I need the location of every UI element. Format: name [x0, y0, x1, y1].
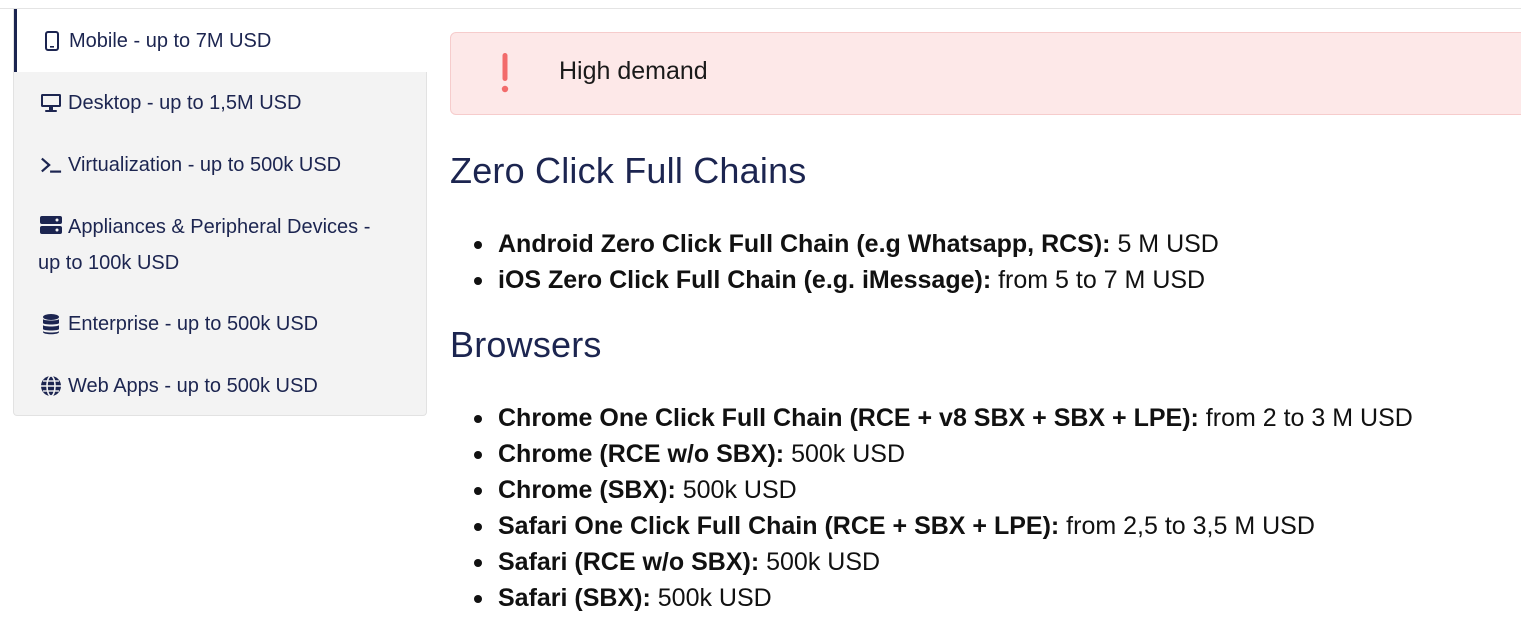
tab-desktop[interactable]: Desktop - up to 1,5M USD [14, 85, 428, 121]
section-heading-zero-click: Zero Click Full Chains [450, 150, 807, 191]
item-price: 500k USD [650, 584, 772, 612]
list-item: Safari (RCE w/o SBX): 500k USD [474, 544, 1413, 580]
tab-label: Virtualization - up to 500k USD [68, 154, 342, 176]
high-demand-alert: High demand [450, 32, 1521, 115]
tab-appliances[interactable]: Appliances & Peripheral Devices - up to … [14, 209, 428, 281]
list-item: Chrome (RCE w/o SBX): 500k USD [474, 436, 1413, 472]
server-icon [40, 215, 62, 235]
item-name: Chrome (RCE w/o SBX): [498, 440, 785, 468]
item-price: 5 M USD [1110, 230, 1219, 258]
tab-label: Mobile - up to 7M USD [69, 29, 272, 52]
zero-click-list: Android Zero Click Full Chain (e.g Whats… [474, 226, 1219, 298]
tab-label: Web Apps - up to 500k USD [68, 375, 318, 397]
exclamation-icon [499, 51, 511, 95]
browsers-list: Chrome One Click Full Chain (RCE + v8 SB… [474, 400, 1413, 616]
list-item: Safari One Click Full Chain (RCE + SBX +… [474, 508, 1413, 544]
item-name: Chrome One Click Full Chain (RCE + v8 SB… [498, 404, 1199, 432]
item-price: 500k USD [784, 440, 906, 468]
globe-icon [40, 375, 62, 397]
list-item: Chrome One Click Full Chain (RCE + v8 SB… [474, 400, 1413, 436]
item-price: 500k USD [675, 476, 797, 504]
tab-enterprise[interactable]: Enterprise - up to 500k USD [14, 306, 428, 342]
item-name: Safari One Click Full Chain (RCE + SBX +… [498, 512, 1060, 540]
tab-label: Enterprise - up to 500k USD [68, 313, 319, 335]
item-price: from 5 to 7 M USD [991, 266, 1206, 294]
tab-label-line1: Appliances & Peripheral Devices - [68, 216, 371, 238]
tab-label: Desktop - up to 1,5M USD [68, 92, 302, 114]
item-price: 500k USD [759, 548, 881, 576]
item-name: Safari (SBX): [498, 584, 651, 612]
category-tabs: Mobile - up to 7M USD Desktop - up to 1,… [13, 9, 428, 416]
item-name: Safari (RCE w/o SBX): [498, 548, 760, 576]
tab-virtualization[interactable]: Virtualization - up to 500k USD [14, 147, 428, 183]
item-price: from 2 to 3 M USD [1198, 404, 1413, 432]
list-item: Safari (SBX): 500k USD [474, 580, 1413, 616]
desktop-monitor-icon [40, 93, 62, 113]
tab-mobile[interactable]: Mobile - up to 7M USD [14, 9, 428, 72]
tab-web-apps[interactable]: Web Apps - up to 500k USD [14, 368, 428, 404]
list-item: Chrome (SBX): 500k USD [474, 472, 1413, 508]
item-name: Chrome (SBX): [498, 476, 676, 504]
item-price: from 2,5 to 3,5 M USD [1059, 512, 1315, 540]
alert-text: High demand [559, 57, 708, 85]
item-name: iOS Zero Click Full Chain (e.g. iMessage… [498, 266, 992, 294]
database-icon [40, 313, 62, 335]
item-name: Android Zero Click Full Chain (e.g Whats… [498, 230, 1111, 258]
list-item: iOS Zero Click Full Chain (e.g. iMessage… [474, 262, 1219, 298]
section-heading-browsers: Browsers [450, 324, 602, 365]
terminal-icon [40, 155, 62, 175]
tab-label-line2: up to 100k USD [38, 252, 180, 274]
list-item: Android Zero Click Full Chain (e.g Whats… [474, 226, 1219, 262]
mobile-phone-icon [41, 30, 63, 51]
